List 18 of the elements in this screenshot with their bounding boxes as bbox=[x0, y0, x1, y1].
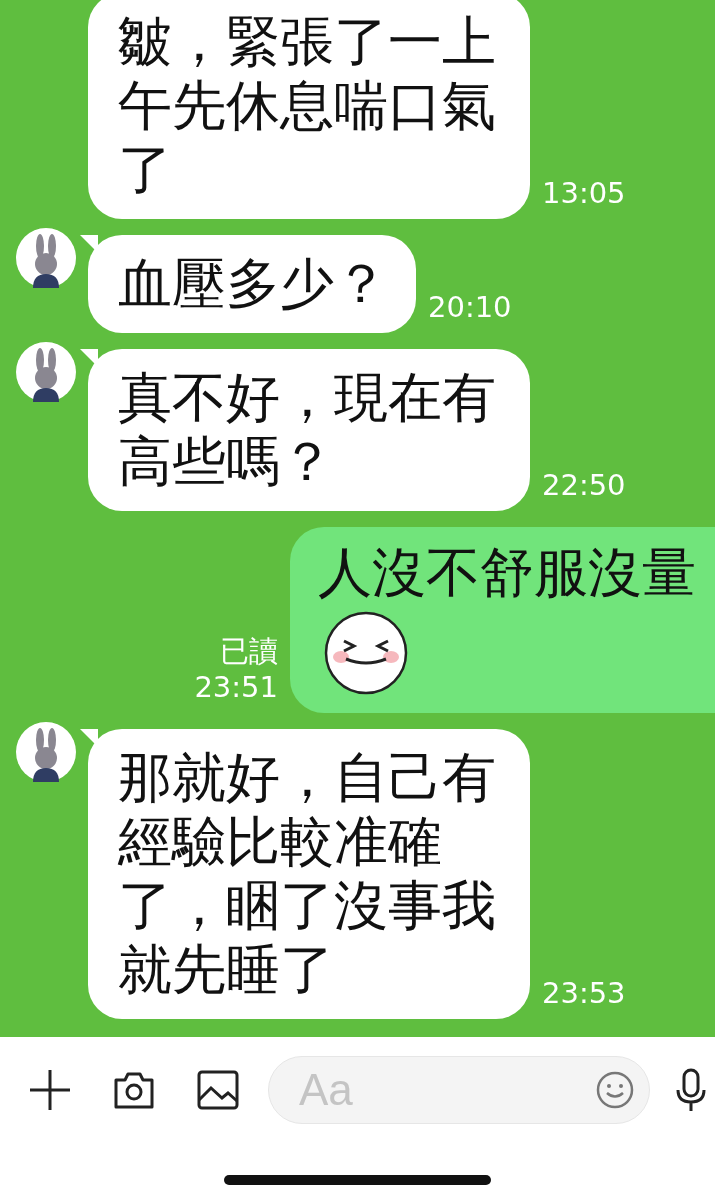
message-text: 人沒不舒服沒量 bbox=[318, 541, 696, 605]
message-time: 20:10 bbox=[428, 290, 512, 325]
message-bubble: 血壓多少？ bbox=[88, 235, 416, 333]
read-receipt: 已讀 bbox=[220, 632, 278, 670]
avatar[interactable] bbox=[16, 342, 76, 402]
message-bubble: 那就好，自己有經驗比較准確了，睏了沒事我就先睡了 bbox=[88, 729, 530, 1019]
plus-icon[interactable] bbox=[28, 1068, 72, 1112]
emoji-icon[interactable] bbox=[595, 1070, 635, 1110]
message-time: 22:50 bbox=[542, 468, 626, 503]
avatar[interactable] bbox=[16, 228, 76, 288]
message-bubble: 皺，緊張了一上午先休息喘口氣了 bbox=[88, 0, 530, 219]
microphone-icon[interactable] bbox=[676, 1068, 706, 1112]
avatar[interactable] bbox=[16, 722, 76, 782]
message-time: 13:05 bbox=[542, 176, 626, 211]
message-time: 23:51 bbox=[194, 670, 278, 705]
message-bubble: 真不好，現在有高些嗎？ bbox=[88, 349, 530, 511]
image-icon[interactable] bbox=[196, 1068, 240, 1112]
message-time: 23:53 bbox=[542, 976, 626, 1011]
